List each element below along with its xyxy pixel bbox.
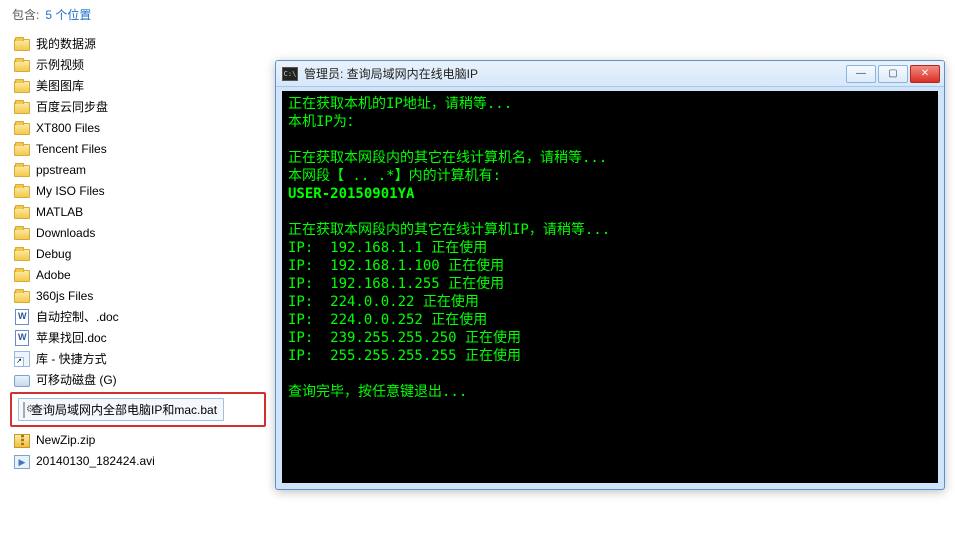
file-item[interactable]: Downloads xyxy=(10,222,270,243)
close-button[interactable]: ✕ xyxy=(910,65,940,83)
folder-icon xyxy=(14,225,30,241)
file-item[interactable]: 可移动磁盘 (G) xyxy=(10,369,270,390)
file-item[interactable]: My ISO Files xyxy=(10,180,270,201)
folder-icon xyxy=(14,36,30,52)
file-item[interactable]: 苹果找回.doc xyxy=(10,327,270,348)
zip-icon xyxy=(14,432,30,448)
file-item[interactable]: Debug xyxy=(10,243,270,264)
summary-count: 5 个位置 xyxy=(45,6,91,23)
file-name: 360js Files xyxy=(36,289,93,303)
folder-icon xyxy=(14,99,30,115)
console-line: 查询完毕，按任意键退出... xyxy=(288,383,932,401)
file-name: Downloads xyxy=(36,226,95,240)
file-item[interactable]: 自动控制、.doc xyxy=(10,306,270,327)
folder-icon xyxy=(14,57,30,73)
console-line: IP: 255.255.255.255 正在使用 xyxy=(288,347,932,365)
explorer-pane: 包含: 5 个位置 我的数据源示例视频美图图库百度云同步盘 XT800 Files… xyxy=(0,0,270,535)
file-name: Debug xyxy=(36,247,71,261)
console-line: IP: 192.168.1.100 正在使用 xyxy=(288,257,932,275)
folder-icon xyxy=(14,288,30,304)
console-line: IP: 192.168.1.255 正在使用 xyxy=(288,275,932,293)
file-item[interactable]: NewZip.zip xyxy=(10,429,270,450)
console-line: 正在获取本网段内的其它在线计算机IP，请稍等... xyxy=(288,221,932,239)
cmd-icon: C:\ xyxy=(282,67,298,81)
console-line: IP: 239.255.255.250 正在使用 xyxy=(288,329,932,347)
file-item[interactable]: Tencent Files xyxy=(10,138,270,159)
console-line: 正在获取本网段内的其它在线计算机名，请稍等... xyxy=(288,149,932,167)
maximize-button[interactable]: ▢ xyxy=(878,65,908,83)
file-item[interactable]: ppstream xyxy=(10,159,270,180)
file-name: 查询局域网内全部电脑IP和mac.bat xyxy=(31,401,217,418)
folder-icon xyxy=(14,183,30,199)
file-name: NewZip.zip xyxy=(36,433,95,447)
window-buttons: — ▢ ✕ xyxy=(846,65,940,83)
console-title: 管理员: 查询局域网内在线电脑IP xyxy=(304,65,840,82)
folder-icon xyxy=(14,267,30,283)
console-line: 正在获取本机的IP地址，请稍等... xyxy=(288,95,932,113)
console-line: USER-20150901YA xyxy=(288,185,932,203)
file-item[interactable]: 20140130_182424.avi xyxy=(10,450,270,471)
folder-icon xyxy=(14,120,30,136)
folder-icon xyxy=(14,78,30,94)
file-item[interactable]: Adobe xyxy=(10,264,270,285)
file-name: 百度云同步盘 xyxy=(36,98,108,115)
file-item[interactable]: MATLAB xyxy=(10,201,270,222)
location-summary: 包含: 5 个位置 xyxy=(4,4,270,29)
console-line: IP: 224.0.0.252 正在使用 xyxy=(288,311,932,329)
file-item[interactable]: 示例视频 xyxy=(10,54,270,75)
file-name: 可移动磁盘 (G) xyxy=(36,371,117,388)
console-line xyxy=(288,365,932,383)
file-name: MATLAB xyxy=(36,205,83,219)
minimize-button[interactable]: — xyxy=(846,65,876,83)
file-name: ppstream xyxy=(36,163,86,177)
file-name: 美图图库 xyxy=(36,77,84,94)
file-name: Tencent Files xyxy=(36,142,107,156)
video-icon xyxy=(14,453,30,469)
console-line: 本机IP为： xyxy=(288,113,932,131)
file-name: Adobe xyxy=(36,268,71,282)
file-list: 我的数据源示例视频美图图库百度云同步盘 XT800 Files Tencent Fi… xyxy=(4,29,270,471)
file-item[interactable]: 库 - 快捷方式 xyxy=(10,348,270,369)
console-window[interactable]: C:\ 管理员: 查询局域网内在线电脑IP — ▢ ✕ 正在获取本机的IP地址，… xyxy=(275,60,945,490)
shortcut-icon xyxy=(14,351,30,367)
file-name: 示例视频 xyxy=(36,56,84,73)
file-item[interactable]: 美图图库 xyxy=(10,75,270,96)
console-line: IP: 192.168.1.1 正在使用 xyxy=(288,239,932,257)
file-name: 我的数据源 xyxy=(36,35,96,52)
word-doc-icon xyxy=(14,330,30,346)
word-doc-icon xyxy=(14,309,30,325)
file-item[interactable]: 360js Files xyxy=(10,285,270,306)
file-item[interactable]: 百度云同步盘 xyxy=(10,96,270,117)
file-item-highlighted[interactable]: 查询局域网内全部电脑IP和mac.bat xyxy=(10,392,266,427)
file-name: 苹果找回.doc xyxy=(36,329,107,346)
batch-file-icon xyxy=(23,403,25,417)
file-item[interactable]: XT800 Files xyxy=(10,117,270,138)
drive-icon xyxy=(14,372,30,388)
folder-icon xyxy=(14,162,30,178)
file-item[interactable]: 我的数据源 xyxy=(10,33,270,54)
folder-icon xyxy=(14,141,30,157)
console-line xyxy=(288,131,932,149)
folder-icon xyxy=(14,246,30,262)
file-name: 自动控制、.doc xyxy=(36,308,119,325)
summary-label: 包含: xyxy=(12,6,39,23)
file-name: 库 - 快捷方式 xyxy=(36,350,107,367)
file-name: 20140130_182424.avi xyxy=(36,454,155,468)
console-line: IP: 224.0.0.22 正在使用 xyxy=(288,293,932,311)
console-line: 本网段【 .. .*】内的计算机有: xyxy=(288,167,932,185)
console-line xyxy=(288,203,932,221)
file-name: My ISO Files xyxy=(36,184,105,198)
console-titlebar[interactable]: C:\ 管理员: 查询局域网内在线电脑IP — ▢ ✕ xyxy=(276,61,944,87)
file-name: XT800 Files xyxy=(36,121,100,135)
console-body[interactable]: 正在获取本机的IP地址，请稍等...本机IP为： 正在获取本网段内的其它在线计算… xyxy=(282,91,938,483)
folder-icon xyxy=(14,204,30,220)
